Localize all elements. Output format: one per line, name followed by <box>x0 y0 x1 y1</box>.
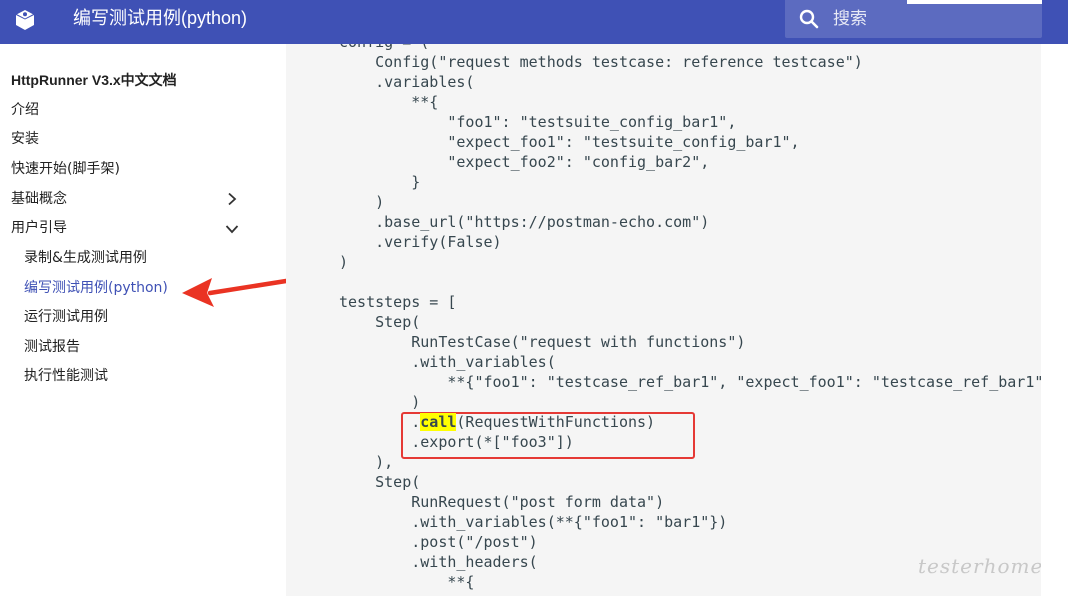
code-line: ) <box>339 393 421 411</box>
book-icon[interactable] <box>13 8 37 32</box>
nav-title[interactable]: HttpRunner V3.x中文文档 <box>11 70 177 90</box>
code-line: ) <box>339 193 385 211</box>
sidebar-subitem-perf[interactable]: 执行性能测试 <box>24 366 108 386</box>
code-line: config = ( <box>339 44 429 52</box>
sidebar-item-concepts[interactable]: 基础概念 <box>11 189 67 209</box>
search-icon[interactable] <box>797 7 821 31</box>
code-line: .call(RequestWithFunctions) <box>339 413 656 431</box>
sidebar-subitem-write-python[interactable]: 编写测试用例(python) <box>24 278 168 298</box>
red-arrow-annotation <box>182 278 288 307</box>
sidebar-item-user-guide[interactable]: 用户引导 <box>11 218 67 238</box>
top-app-bar: 编写测试用例(python) <box>0 0 1068 44</box>
page-title: 编写测试用例(python) <box>73 8 248 28</box>
code-line: teststeps = [ <box>339 293 457 311</box>
code-line: "expect_foo2": "config_bar2", <box>339 153 710 171</box>
code-line: **{"foo1": "testcase_ref_bar1", "expect_… <box>339 373 1041 391</box>
search-input[interactable] <box>833 6 1023 32</box>
code-line: "foo1": "testsuite_config_bar1", <box>339 113 737 131</box>
sidebar-nav: HttpRunner V3.x中文文档 介绍 安装 快速开始(脚手架) 基础概念… <box>0 44 286 596</box>
code-line: "expect_foo1": "testsuite_config_bar1", <box>339 133 800 151</box>
code-line: RunTestCase("request with functions") <box>339 333 746 351</box>
code-line: Step( <box>339 473 421 491</box>
sidebar-item-quickstart[interactable]: 快速开始(脚手架) <box>11 159 120 179</box>
code-line: Step( <box>339 313 421 331</box>
chevron-right-icon[interactable] <box>225 192 239 206</box>
code-line: Config("request methods testcase: refere… <box>339 53 863 71</box>
code-block: config = ( Config("request methods testc… <box>286 44 1041 596</box>
code-line: ), <box>339 453 394 471</box>
code-line: .variables( <box>339 73 475 91</box>
code-line: .with_headers( <box>339 553 538 571</box>
code-line: } <box>339 173 421 191</box>
sidebar-subitem-report[interactable]: 测试报告 <box>24 337 80 357</box>
code-line: RunRequest("post form data") <box>339 493 665 511</box>
sidebar-subitem-run[interactable]: 运行测试用例 <box>24 307 108 327</box>
code-line: .verify(False) <box>339 233 502 251</box>
code-line: **{ <box>339 93 439 111</box>
code-line: .post("/post") <box>339 533 538 551</box>
watermark: testerhome.com <box>918 554 1041 578</box>
code-line: .with_variables(**{"foo1": "bar1"}) <box>339 513 728 531</box>
code-line: .export(*["foo3"]) <box>339 433 574 451</box>
top-strip <box>907 0 1042 4</box>
code-line: **{ <box>339 573 475 591</box>
code-line: ) <box>339 253 349 271</box>
chevron-down-icon[interactable] <box>225 222 239 236</box>
sidebar-subitem-record[interactable]: 录制&生成测试用例 <box>24 248 147 268</box>
code-line: .with_variables( <box>339 353 556 371</box>
sidebar-item-intro[interactable]: 介绍 <box>11 100 39 120</box>
highlighted-call: call <box>420 413 457 431</box>
search-box[interactable] <box>785 0 1042 38</box>
code-line: .base_url("https://postman-echo.com") <box>339 213 710 231</box>
sidebar-item-install[interactable]: 安装 <box>11 129 39 149</box>
scroll-gutter <box>1041 44 1068 596</box>
